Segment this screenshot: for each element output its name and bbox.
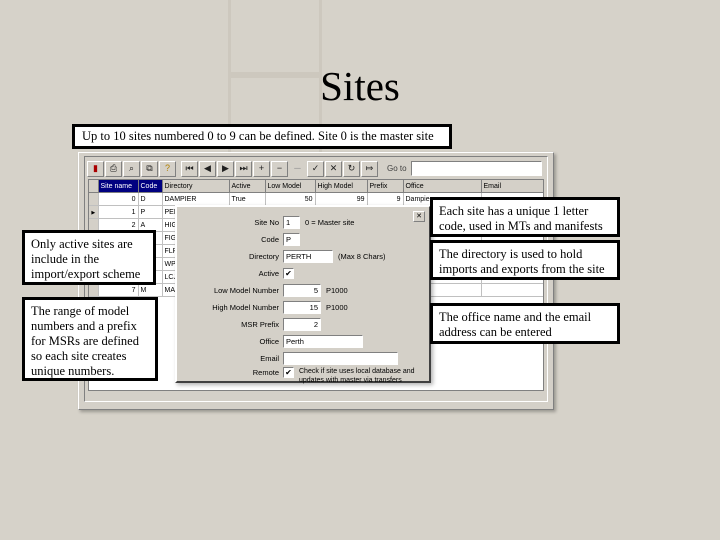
- cell-rowhdr[interactable]: [89, 205, 99, 219]
- office-label: Office: [259, 337, 279, 346]
- high-model-label: High Model Number: [212, 303, 279, 312]
- site-no-field[interactable]: 1: [283, 216, 300, 229]
- sites-table-header-row: Site name Code Directory Active Low Mode…: [89, 180, 543, 193]
- goto-input[interactable]: [410, 161, 542, 176]
- refresh-icon[interactable]: ↻: [343, 160, 360, 177]
- watermark-shape-8: [0, 448, 90, 540]
- cell-high[interactable]: 99: [315, 192, 368, 206]
- field-row-low-model: Low Model Number 5 P1000: [183, 283, 423, 298]
- callout-model-range: The range of model numbers and a prefix …: [22, 297, 158, 381]
- field-row-site-no: Site No 1 0 = Master site: [183, 215, 423, 230]
- remote-checkbox[interactable]: ✔: [283, 367, 294, 378]
- cell-directory[interactable]: DAMPIER: [162, 192, 230, 206]
- directory-label: Directory: [248, 252, 279, 261]
- callout-model-range-text: The range of model numbers and a prefix …: [31, 304, 139, 378]
- column-header-email[interactable]: Email: [481, 180, 543, 193]
- slide-subtitle-box: Up to 10 sites numbered 0 to 9 can be de…: [72, 124, 452, 149]
- exit-icon[interactable]: ▮: [87, 160, 104, 177]
- column-header-office[interactable]: Office: [403, 180, 482, 193]
- field-row-remote: Remote ✔ Check if site uses local databa…: [183, 367, 423, 385]
- next-record-icon[interactable]: ▶: [217, 160, 234, 177]
- cell-site[interactable]: 7: [98, 283, 139, 297]
- application-toolbar: ▮ ⎙ ⌕ ⧉ ? ⏮ ◀ ▶ ⏭ + − ─ ✓ ✕ ↻ ⤇ Go to: [87, 159, 545, 178]
- add-record-icon[interactable]: +: [253, 160, 270, 177]
- page-title: Sites: [320, 63, 400, 109]
- column-header-prefix[interactable]: Prefix: [367, 180, 404, 193]
- low-model-field[interactable]: 5: [283, 284, 321, 297]
- column-header-code[interactable]: Code: [138, 180, 163, 193]
- code-field[interactable]: P: [283, 233, 300, 246]
- previous-record-icon[interactable]: ◀: [199, 160, 216, 177]
- help-icon[interactable]: ?: [159, 160, 176, 177]
- msr-prefix-label: MSR Prefix: [241, 320, 279, 329]
- callout-directory-text: The directory is used to hold imports an…: [439, 247, 605, 276]
- active-checkbox[interactable]: ✔: [283, 268, 294, 279]
- site-no-label: Site No: [254, 218, 279, 227]
- cancel-edit-icon[interactable]: ✕: [325, 160, 342, 177]
- callout-active-sites: Only active sites are include in the imp…: [22, 230, 156, 285]
- cell-code[interactable]: D: [138, 192, 163, 206]
- high-model-hint: P1000: [326, 303, 348, 312]
- first-record-icon[interactable]: ⏮: [181, 160, 198, 177]
- slide-subtitle-text: Up to 10 sites numbered 0 to 9 can be de…: [82, 129, 434, 143]
- field-row-active: Active ✔: [183, 266, 423, 281]
- goto-label: Go to: [387, 164, 407, 173]
- low-model-hint: P1000: [326, 286, 348, 295]
- column-header-high-model[interactable]: High Model: [315, 180, 368, 193]
- callout-site-code-text: Each site has a unique 1 letter code, us…: [439, 204, 603, 233]
- directory-field[interactable]: PERTH: [283, 250, 333, 263]
- remote-label: Remote: [252, 368, 279, 377]
- low-model-label: Low Model Number: [213, 286, 279, 295]
- field-row-code: Code P: [183, 232, 423, 247]
- cell-rowhdr[interactable]: [89, 283, 99, 297]
- field-row-office: Office Perth: [183, 334, 423, 349]
- callout-office-email: The office name and the email address ca…: [430, 303, 620, 344]
- column-header-directory[interactable]: Directory: [162, 180, 230, 193]
- cell-code[interactable]: M: [138, 283, 163, 297]
- field-row-msr-prefix: MSR Prefix 2: [183, 317, 423, 332]
- remote-note-line2: updates with master via transfers: [299, 377, 402, 384]
- export-icon[interactable]: ⧉: [141, 160, 158, 177]
- remote-note-line1: Check if site uses local database and: [299, 368, 415, 375]
- msr-prefix-field[interactable]: 2: [283, 318, 321, 331]
- cell-site[interactable]: 1: [98, 205, 139, 219]
- cell-code[interactable]: P: [138, 205, 163, 219]
- column-header-site-name[interactable]: Site name: [98, 180, 139, 193]
- email-label: Email: [260, 354, 279, 363]
- office-field[interactable]: Perth: [283, 335, 363, 348]
- cell-low[interactable]: 50: [265, 192, 316, 206]
- callout-site-code: Each site has a unique 1 letter code, us…: [430, 197, 620, 237]
- remote-note: Check if site uses local database and up…: [299, 367, 415, 385]
- callout-directory: The directory is used to hold imports an…: [430, 240, 620, 280]
- post-edit-icon[interactable]: ✓: [307, 160, 324, 177]
- cell-prefix[interactable]: 9: [367, 192, 404, 206]
- cell-email[interactable]: [481, 283, 543, 297]
- delete-record-icon[interactable]: −: [271, 160, 288, 177]
- active-label: Active: [258, 269, 279, 278]
- print-icon[interactable]: ⎙: [105, 160, 122, 177]
- cell-active[interactable]: True: [229, 192, 266, 206]
- column-header-low-model[interactable]: Low Model: [265, 180, 316, 193]
- field-row-high-model: High Model Number 15 P1000: [183, 300, 423, 315]
- directory-hint: (Max 8 Chars): [338, 252, 386, 261]
- callout-active-sites-text: Only active sites are include in the imp…: [31, 237, 141, 281]
- field-row-directory: Directory PERTH (Max 8 Chars): [183, 249, 423, 264]
- row-selector-header: [89, 180, 99, 193]
- field-row-email: Email: [183, 351, 423, 366]
- print-preview-icon[interactable]: ⌕: [123, 160, 140, 177]
- sort-icon[interactable]: ⤇: [361, 160, 378, 177]
- callout-office-email-text: The office name and the email address ca…: [439, 310, 592, 339]
- email-field[interactable]: [283, 352, 398, 365]
- code-label: Code: [261, 235, 279, 244]
- high-model-field[interactable]: 15: [283, 301, 321, 314]
- last-record-icon[interactable]: ⏭: [235, 160, 252, 177]
- edit-record-icon[interactable]: ─: [289, 160, 306, 177]
- site-edit-dialog: ✕ Site No 1 0 = Master site Code P Direc…: [175, 205, 431, 385]
- cell-rowhdr[interactable]: [89, 192, 99, 206]
- column-header-active[interactable]: Active: [229, 180, 266, 193]
- site-no-hint: 0 = Master site: [305, 218, 355, 227]
- cell-site[interactable]: 0: [98, 192, 139, 206]
